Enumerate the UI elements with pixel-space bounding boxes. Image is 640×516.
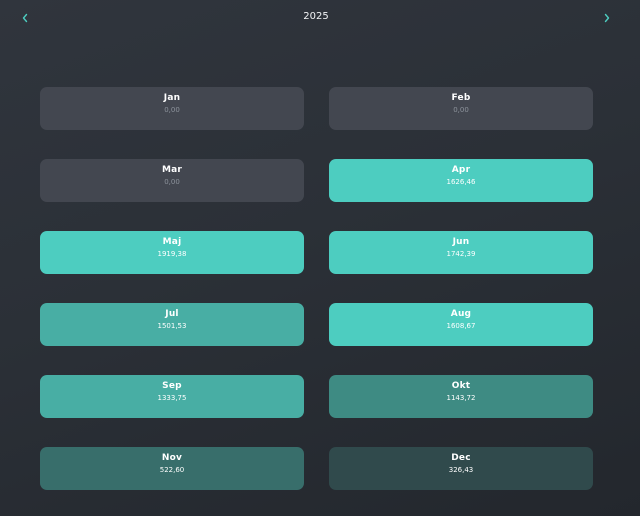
month-card-jan[interactable]: Jan 0,00 [40, 87, 304, 130]
month-card-feb[interactable]: Feb 0,00 [329, 87, 593, 130]
month-name: Apr [451, 165, 471, 175]
next-year-button[interactable] [597, 9, 617, 27]
month-card-jun[interactable]: Jun 1742,39 [329, 231, 593, 274]
month-name: Dec [451, 453, 471, 463]
month-amount: 1626,46 [446, 178, 476, 186]
month-card-okt[interactable]: Okt 1143,72 [329, 375, 593, 418]
month-name: Jul [165, 309, 179, 319]
month-name: Aug [450, 309, 472, 319]
month-name: Nov [161, 453, 183, 463]
month-amount: 0,00 [164, 178, 180, 186]
month-amount: 1143,72 [446, 394, 476, 402]
month-amount: 0,00 [164, 106, 180, 114]
month-name: Feb [451, 93, 471, 103]
month-card-jul[interactable]: Jul 1501,53 [40, 303, 304, 346]
month-amount: 326,43 [448, 466, 474, 474]
month-card-aug[interactable]: Aug 1608,67 [329, 303, 593, 346]
month-card-apr[interactable]: Apr 1626,46 [329, 159, 593, 202]
month-name: Mar [161, 165, 183, 175]
month-name: Jun [452, 237, 470, 247]
month-name: Okt [451, 381, 471, 391]
month-amount: 1501,53 [157, 322, 187, 330]
month-card-sep[interactable]: Sep 1333,75 [40, 375, 304, 418]
month-amount: 1742,39 [446, 250, 476, 258]
month-name: Maj [162, 237, 182, 247]
month-card-maj[interactable]: Maj 1919,38 [40, 231, 304, 274]
chevron-right-icon [604, 13, 610, 23]
month-name: Jan [163, 93, 181, 103]
month-card-dec[interactable]: Dec 326,43 [329, 447, 593, 490]
months-grid: Jan 0,00 Feb 0,00 Mar 0,00 Apr 1626,46 M… [40, 87, 593, 490]
month-card-mar[interactable]: Mar 0,00 [40, 159, 304, 202]
month-amount: 0,00 [453, 106, 469, 114]
year-header: 2025 [0, 0, 640, 36]
month-card-nov[interactable]: Nov 522,60 [40, 447, 304, 490]
year-label: 2025 [303, 11, 329, 22]
month-amount: 1333,75 [157, 394, 187, 402]
month-name: Sep [162, 381, 182, 391]
month-amount: 1608,67 [446, 322, 476, 330]
month-amount: 522,60 [159, 466, 185, 474]
month-amount: 1919,38 [157, 250, 187, 258]
